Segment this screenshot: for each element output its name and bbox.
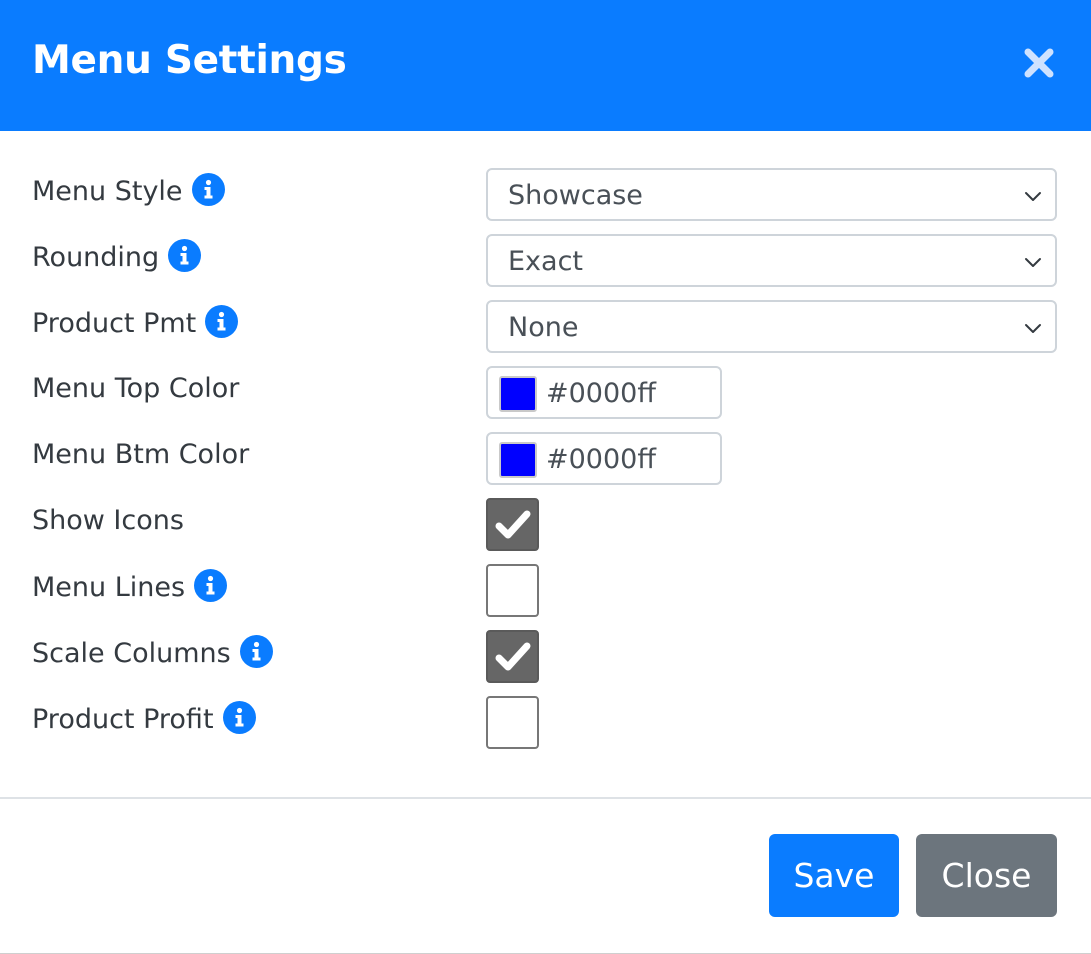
field-label-text: Menu Style: [32, 176, 183, 207]
info-icon[interactable]: [222, 701, 256, 734]
menu-lines-checkbox[interactable]: [486, 564, 539, 617]
field-row-scale-columns: Scale Columns: [0, 630, 1091, 696]
field-label-text: Scale Columns: [32, 638, 231, 669]
field-label-text: Rounding: [32, 242, 160, 273]
dialog-header: Menu Settings: [0, 0, 1091, 131]
field-row-menu-top-color: Menu Top Color #0000ff: [0, 366, 1091, 432]
chevron-down-icon: [1025, 258, 1041, 267]
color-value: #0000ff: [546, 378, 656, 409]
field-row-rounding: Rounding Exact: [0, 234, 1091, 300]
dialog-title: Menu Settings: [32, 38, 347, 83]
info-icon[interactable]: [239, 635, 273, 668]
menu-top-color-input[interactable]: #0000ff: [486, 366, 722, 419]
field-label-text: Product Pmt: [32, 308, 197, 339]
rounding-select[interactable]: Exact: [486, 234, 1057, 287]
menu-btm-color-input[interactable]: #0000ff: [486, 432, 722, 485]
select-value: Showcase: [508, 180, 643, 211]
product-profit-checkbox[interactable]: [486, 696, 539, 749]
field-label: Scale Columns: [32, 635, 273, 670]
color-swatch[interactable]: [499, 376, 537, 412]
field-label-text: Show Icons: [32, 505, 184, 536]
info-icon[interactable]: [168, 239, 202, 272]
field-label: Product Pmt: [32, 305, 239, 340]
save-button[interactable]: Save: [769, 834, 899, 917]
checkmark-icon: [495, 642, 531, 671]
field-label-text: Menu Lines: [32, 572, 186, 603]
menu-settings-dialog: Menu Settings Menu Style Showcase Roundi…: [0, 0, 1091, 954]
field-label: Rounding: [32, 239, 202, 274]
field-label: Product Profit: [32, 701, 256, 736]
field-label: Menu Btm Color: [32, 439, 249, 470]
info-icon[interactable]: [205, 305, 239, 338]
field-label-text: Menu Btm Color: [32, 439, 250, 470]
field-label: Menu Style: [32, 173, 225, 208]
field-row-menu-style: Menu Style Showcase: [0, 168, 1091, 234]
field-row-show-icons: Show Icons: [0, 498, 1091, 564]
select-value: None: [508, 312, 579, 343]
chevron-down-icon: [1025, 324, 1041, 333]
checkmark-icon: [495, 510, 531, 539]
field-row-product-profit: Product Profit: [0, 696, 1091, 762]
info-icon[interactable]: [194, 569, 228, 602]
chevron-down-icon: [1025, 192, 1041, 201]
show-icons-checkbox[interactable]: [486, 498, 539, 551]
info-icon[interactable]: [191, 173, 225, 206]
scale-columns-checkbox[interactable]: [486, 630, 539, 683]
close-icon[interactable]: [1022, 46, 1056, 80]
close-button[interactable]: Close: [916, 834, 1057, 917]
select-value: Exact: [508, 246, 584, 277]
color-value: #0000ff: [546, 444, 656, 475]
field-label-text: Product Profit: [32, 704, 214, 735]
menu-style-select[interactable]: Showcase: [486, 168, 1057, 221]
color-swatch[interactable]: [499, 442, 537, 478]
field-label: Menu Lines: [32, 569, 228, 604]
field-label: Menu Top Color: [32, 373, 239, 404]
footer-divider: [0, 797, 1091, 799]
field-label: Show Icons: [32, 505, 184, 536]
field-row-product-pmt: Product Pmt None: [0, 300, 1091, 366]
field-row-menu-lines: Menu Lines: [0, 564, 1091, 630]
field-label-text: Menu Top Color: [32, 373, 240, 404]
field-row-menu-btm-color: Menu Btm Color #0000ff: [0, 432, 1091, 498]
product-pmt-select[interactable]: None: [486, 300, 1057, 353]
